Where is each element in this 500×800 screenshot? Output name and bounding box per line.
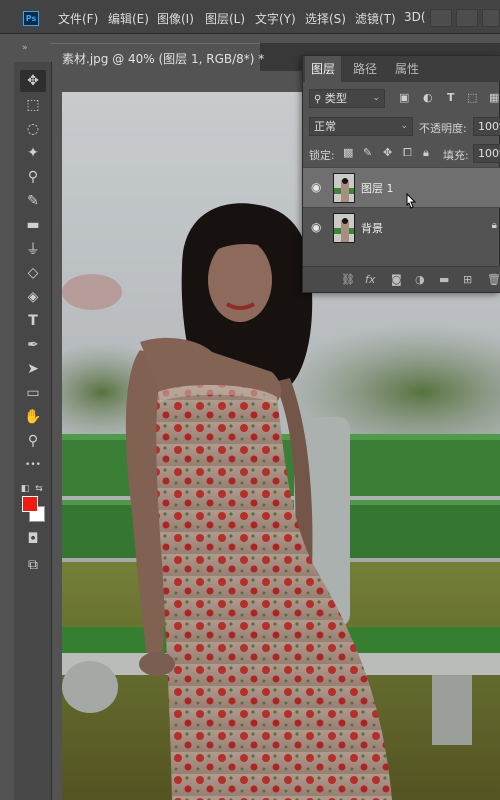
zoom-tool-icon[interactable]: ⚲ — [20, 430, 46, 452]
window-close-button[interactable] — [482, 9, 500, 27]
layer-filter-row: ⚲ 类型 ⌄ ▣ ◐ T ⬚ ▦ — [303, 89, 500, 111]
window-restore-button[interactable] — [456, 9, 478, 27]
layer-filter-kind-label: 类型 — [324, 92, 347, 105]
path-selection-tool-icon[interactable]: ➤ — [20, 358, 46, 380]
mouse-cursor-icon — [406, 192, 417, 209]
filter-adjustment-icon[interactable]: ◐ — [423, 91, 433, 104]
move-tool-icon[interactable]: ✥ — [20, 70, 46, 92]
lasso-tool-icon[interactable]: ◌ — [20, 118, 46, 140]
document-tab-title: 素材.jpg @ 40% (图层 1, RGB/8*) * — [62, 52, 265, 66]
magic-wand-tool-icon[interactable]: ✦ — [20, 142, 46, 164]
filter-pixel-icon[interactable]: ▣ — [399, 91, 409, 104]
menu-edit[interactable]: 编辑(E) — [108, 10, 149, 27]
layer-filter-kind-select[interactable]: ⚲ 类型 ⌄ — [309, 89, 385, 108]
lock-label: 锁定: — [309, 149, 335, 162]
type-tool-icon[interactable]: T — [20, 310, 46, 332]
delete-layer-icon[interactable]: 🗑︎ — [487, 273, 500, 286]
link-layers-icon[interactable]: ⛓ — [341, 273, 355, 286]
blend-mode-select[interactable]: 正常 ⌄ — [309, 117, 413, 136]
chevron-down-icon: ⌄ — [400, 121, 408, 131]
visibility-eye-icon[interactable]: ◉ — [311, 220, 321, 234]
layer-style-icon[interactable]: fx — [365, 273, 375, 286]
filter-smart-object-icon[interactable]: ▦ — [489, 91, 499, 104]
collapse-panels-icon[interactable]: » — [22, 43, 28, 53]
layers-panel-footer: ⛓ fx ◙ ◑ ▬ ⊞ 🗑︎ — [303, 266, 500, 292]
pen-tool-icon[interactable]: ✒ — [20, 334, 46, 356]
layers-panel: 图层 路径 属性 ⚲ 类型 ⌄ ▣ ◐ T ⬚ ▦ 正常 ⌄ 不透明度: 100… — [302, 55, 500, 293]
eyedropper-tool-icon[interactable]: ⚲ — [20, 166, 46, 188]
filter-type-icon[interactable]: T — [447, 91, 455, 104]
stamp-tool-icon[interactable]: ⏚ — [20, 238, 46, 260]
blend-opacity-row: 正常 ⌄ 不透明度: 100% — [303, 117, 500, 139]
fill-label: 填充: — [443, 149, 469, 162]
chevron-down-icon: ⌄ — [372, 93, 380, 103]
new-group-icon[interactable]: ▬ — [439, 273, 449, 286]
document-tab[interactable]: 素材.jpg @ 40% (图层 1, RGB/8*) * — [50, 43, 264, 71]
marquee-tool-icon[interactable]: ⬚ — [20, 94, 46, 116]
lock-artboard-icon[interactable]: ⧠ — [403, 146, 412, 160]
opacity-label: 不透明度: — [419, 122, 467, 135]
layer-row-background[interactable]: ◉ 背景 🔒︎ — [303, 207, 500, 247]
eraser-tool-icon[interactable]: ◇ — [20, 262, 46, 284]
layer-name: 背景 — [361, 222, 383, 235]
menu-file[interactable]: 文件(F) — [58, 10, 98, 27]
quick-mask-icon[interactable]: ◘ — [20, 528, 46, 550]
lock-fill-row: 锁定: ▩ ✎ ✥ ⧠ 🔒︎ 填充: 100% — [303, 144, 500, 166]
search-icon: ⚲ — [314, 94, 322, 105]
tab-properties[interactable]: 属性 — [389, 56, 425, 82]
add-mask-icon[interactable]: ◙ — [391, 273, 402, 286]
lock-all-icon[interactable]: 🔒︎ — [423, 146, 429, 160]
menu-filter[interactable]: 滤镜(T) — [355, 10, 396, 27]
opacity-input[interactable]: 100% — [473, 117, 500, 136]
layer-lock-icon: 🔒︎ — [491, 220, 497, 231]
hand-tool-icon[interactable]: ✋ — [20, 406, 46, 428]
tab-paths[interactable]: 路径 — [347, 56, 383, 82]
window-minimize-button[interactable] — [430, 9, 452, 27]
menu-type[interactable]: 文字(Y) — [255, 10, 296, 27]
menu-bar: Ps 文件(F) 编辑(E) 图像(I) 图层(L) 文字(Y) 选择(S) 滤… — [0, 0, 500, 34]
menu-select[interactable]: 选择(S) — [305, 10, 346, 27]
menu-3d[interactable]: 3D( — [404, 10, 426, 24]
screen-mode-icon[interactable]: ⧉ — [20, 554, 46, 576]
layer-name: 图层 1 — [361, 182, 394, 195]
photoshop-logo: Ps — [23, 11, 39, 26]
filter-shape-icon[interactable]: ⬚ — [467, 91, 477, 104]
visibility-eye-icon[interactable]: ◉ — [311, 180, 321, 194]
tools-panel: ✥ ⬚ ◌ ✦ ⚲ ✎ ▬ ⏚ ◇ ◈ T ✒ ➤ ▭ ✋ ⚲ ••• ◧ ⇆ … — [14, 62, 52, 800]
lock-transparent-pixels-icon[interactable]: ▩ — [343, 146, 353, 159]
brush-tool-icon[interactable]: ✎ — [20, 190, 46, 212]
paint-bucket-tool-icon[interactable]: ◈ — [20, 286, 46, 308]
menu-layer[interactable]: 图层(L) — [205, 10, 245, 27]
lock-image-pixels-icon[interactable]: ✎ — [363, 146, 372, 159]
layers-panel-tabs: 图层 路径 属性 — [303, 56, 500, 82]
layer-row-layer1[interactable]: ◉ 图层 1 — [303, 167, 500, 207]
layer-thumbnail — [333, 173, 355, 203]
new-adjustment-layer-icon[interactable]: ◑ — [415, 273, 425, 286]
tab-layers[interactable]: 图层 — [305, 56, 342, 82]
lock-position-icon[interactable]: ✥ — [383, 146, 392, 159]
ruler-tool-icon[interactable]: ▬ — [20, 214, 46, 236]
more-tools-icon[interactable]: ••• — [20, 454, 46, 476]
menu-image[interactable]: 图像(I) — [157, 10, 194, 27]
new-layer-icon[interactable]: ⊞ — [463, 273, 472, 286]
blend-mode-value: 正常 — [314, 120, 336, 133]
fill-input[interactable]: 100% — [473, 144, 500, 163]
foreground-color-swatch[interactable] — [22, 496, 38, 512]
layer-thumbnail — [333, 213, 355, 243]
rectangle-tool-icon[interactable]: ▭ — [20, 382, 46, 404]
